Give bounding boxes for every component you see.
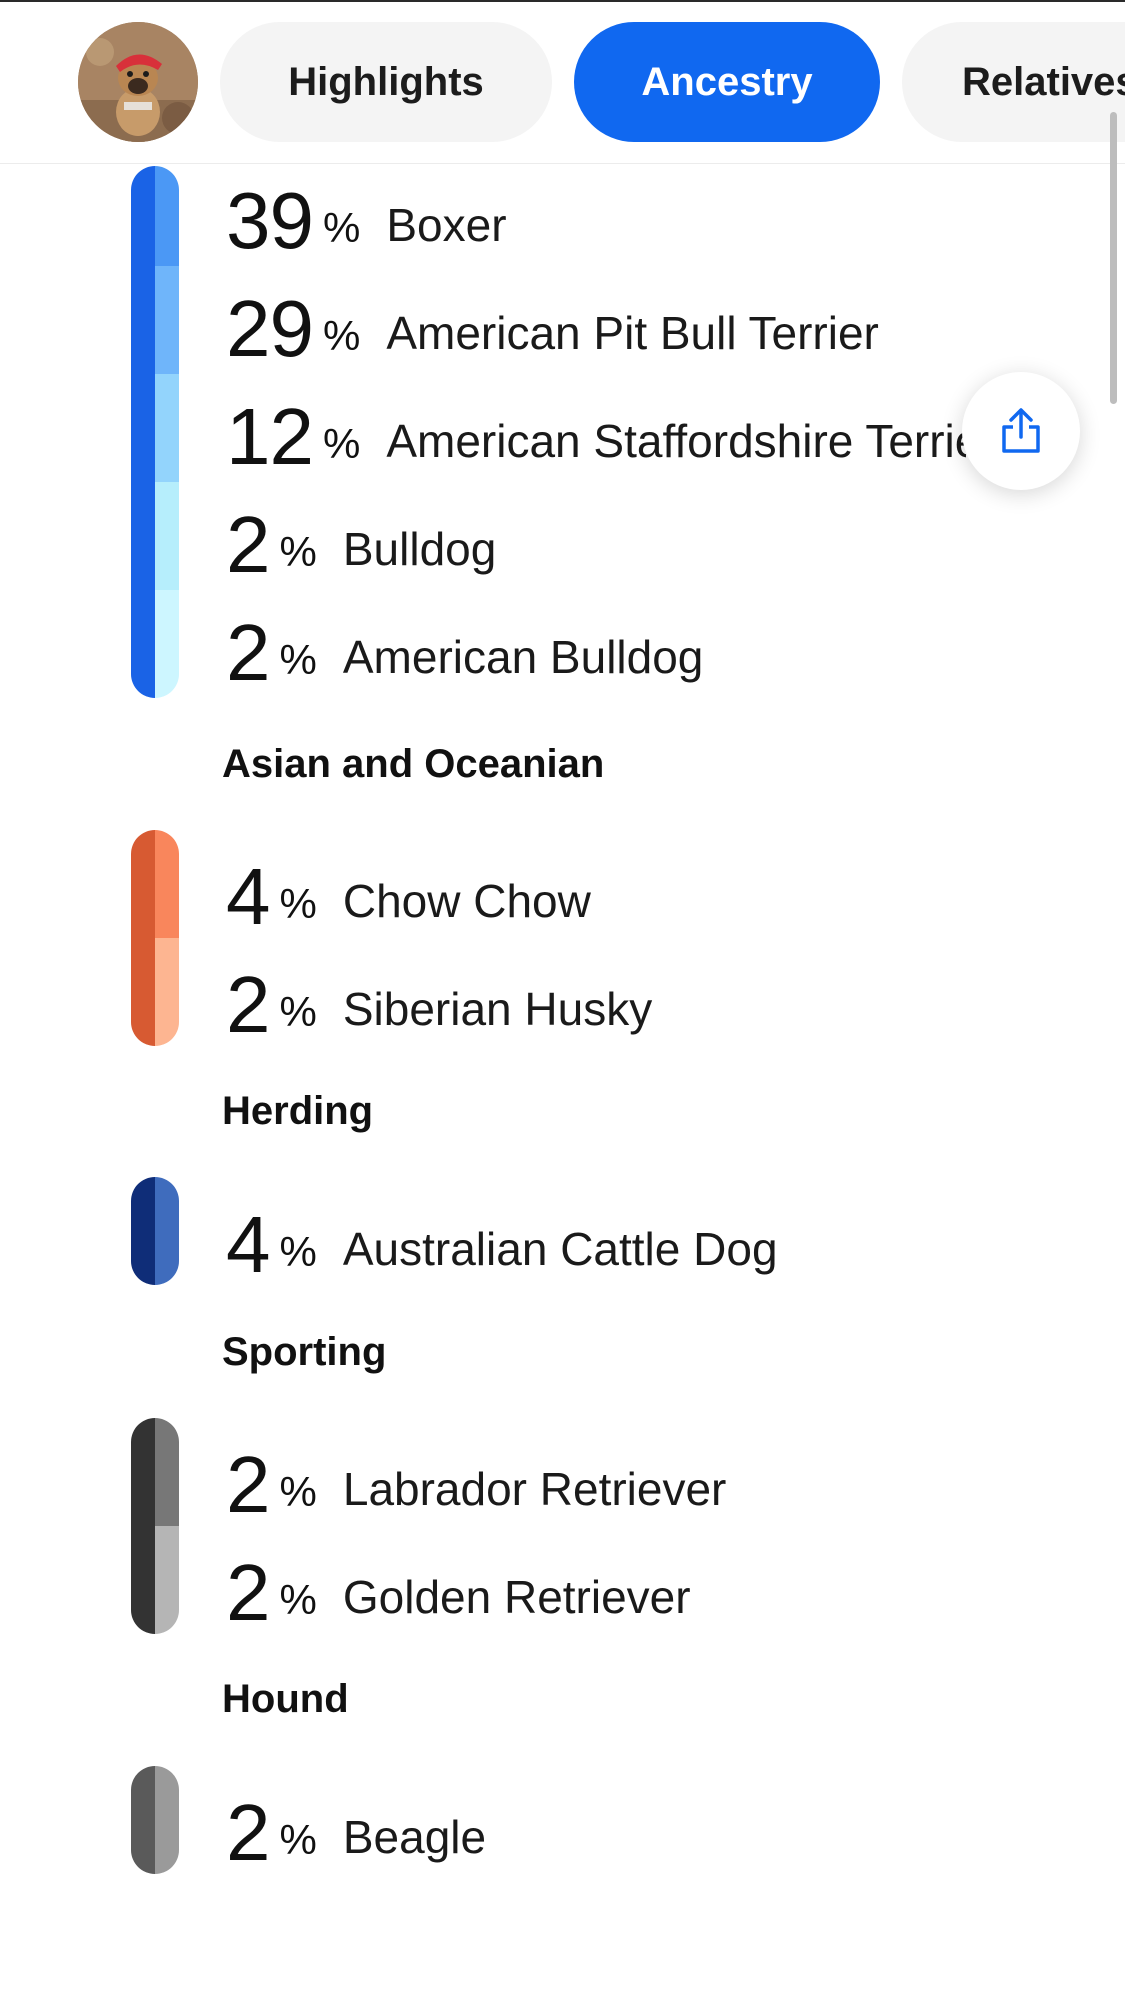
breed-row[interactable]: 2 % Bulldog (226, 491, 966, 599)
breed-row[interactable]: 29 % American Pit Bull Terrier (226, 275, 966, 383)
breed-row[interactable]: 2 % Labrador Retriever (226, 1431, 1026, 1539)
percent-sign: % (279, 1576, 317, 1623)
tab-ancestry[interactable]: Ancestry (574, 22, 880, 142)
breed-group-bar (131, 1766, 179, 1874)
breed-name: Labrador Retriever (342, 1463, 727, 1515)
breed-row[interactable]: 2 % American Bulldog (226, 599, 966, 707)
percent-sign: % (279, 1468, 317, 1515)
dog-avatar-image (78, 22, 198, 142)
breed-row[interactable]: 2 % Golden Retriever (226, 1539, 1026, 1647)
breed-percent: 2 (226, 1548, 270, 1637)
breed-name: American Staffordshire Terrier (386, 415, 966, 467)
breed-percent: 29 (226, 284, 314, 373)
group-title: Sporting (222, 1330, 387, 1374)
breed-percent: 4 (226, 852, 270, 941)
dog-avatar[interactable] (78, 22, 198, 142)
breed-name: Bulldog (342, 523, 497, 575)
breed-percent: 2 (226, 608, 270, 697)
group-title: Asian and Oceanian (222, 742, 605, 786)
share-icon (1002, 408, 1040, 453)
breed-percent: 4 (226, 1200, 270, 1289)
tab-header: Highlights Ancestry Relatives (0, 2, 1125, 164)
breed-name: American Bulldog (342, 631, 704, 683)
breed-name: Australian Cattle Dog (342, 1223, 778, 1275)
breed-percent: 2 (226, 1440, 270, 1529)
breed-row[interactable]: 2 % Beagle (226, 1779, 1026, 1887)
breed-percent: 12 (226, 392, 314, 481)
share-button[interactable] (962, 372, 1080, 490)
breed-row[interactable]: 2 % Siberian Husky (226, 951, 1026, 1059)
breed-percent: 2 (226, 1788, 270, 1877)
breed-name: Siberian Husky (342, 983, 653, 1035)
breed-percent: 2 (226, 500, 270, 589)
percent-sign: % (279, 988, 317, 1035)
group-title: Hound (222, 1677, 349, 1721)
breed-row[interactable]: 12 % American Staffordshire Terrier (226, 383, 966, 491)
breed-name: Chow Chow (342, 875, 591, 927)
breed-group-bar (131, 1177, 179, 1285)
breed-name: Golden Retriever (342, 1571, 691, 1623)
breed-group-bar (131, 1418, 179, 1634)
percent-sign: % (279, 1816, 317, 1863)
percent-sign: % (279, 1228, 317, 1275)
breed-row[interactable]: 4 % Australian Cattle Dog (226, 1191, 1026, 1299)
scrollbar[interactable] (1110, 112, 1117, 404)
breed-row[interactable]: 4 % Chow Chow (226, 843, 1026, 951)
breed-group-bar (131, 166, 179, 698)
breed-name: Boxer (386, 199, 507, 251)
percent-sign: % (279, 528, 317, 575)
percent-sign: % (322, 420, 361, 467)
group-title: Herding (222, 1089, 374, 1133)
percent-sign: % (279, 880, 317, 927)
breed-percent: 39 (226, 176, 314, 265)
percent-sign: % (322, 312, 361, 359)
breed-group-bar (131, 830, 179, 1046)
percent-sign: % (322, 204, 361, 251)
tab-highlights[interactable]: Highlights (220, 22, 552, 142)
breed-name: Beagle (342, 1811, 487, 1863)
breed-percent: 2 (226, 960, 270, 1049)
percent-sign: % (279, 636, 317, 683)
breed-row[interactable]: 39 % Boxer (226, 167, 966, 275)
tab-relatives[interactable]: Relatives (902, 22, 1125, 142)
breed-name: American Pit Bull Terrier (386, 307, 879, 359)
